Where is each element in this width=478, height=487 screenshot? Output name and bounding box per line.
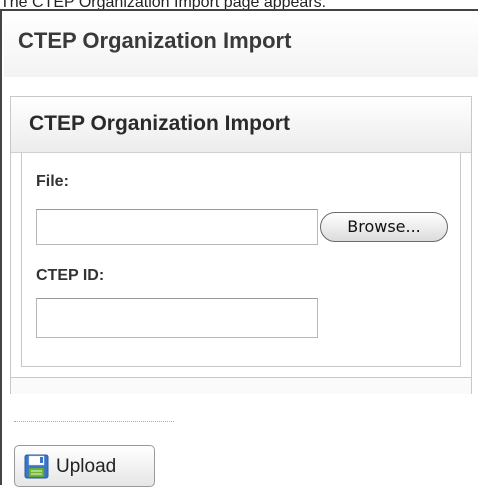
save-disk-icon xyxy=(24,454,49,479)
panel-header: CTEP Organization Import xyxy=(11,97,471,153)
import-panel: CTEP Organization Import File: Browse...… xyxy=(10,96,472,394)
file-path-field[interactable] xyxy=(36,209,318,245)
panel-title: CTEP Organization Import xyxy=(29,112,290,135)
page-header: CTEP Organization Import xyxy=(4,13,478,77)
panel-body: File: Browse... CTEP ID: xyxy=(21,153,461,367)
file-label: File: xyxy=(36,173,69,190)
panel-footer xyxy=(11,377,471,394)
page-title: CTEP Organization Import xyxy=(18,28,292,53)
upload-button[interactable]: Upload xyxy=(14,445,155,487)
browse-button[interactable]: Browse... xyxy=(320,212,448,242)
page-frame: CTEP Organization Import CTEP Organizati… xyxy=(0,9,478,487)
ctep-id-input[interactable] xyxy=(36,298,318,338)
upload-label: Upload xyxy=(56,456,117,477)
ctep-id-label: CTEP ID: xyxy=(36,267,105,284)
dotted-separator xyxy=(14,421,174,422)
